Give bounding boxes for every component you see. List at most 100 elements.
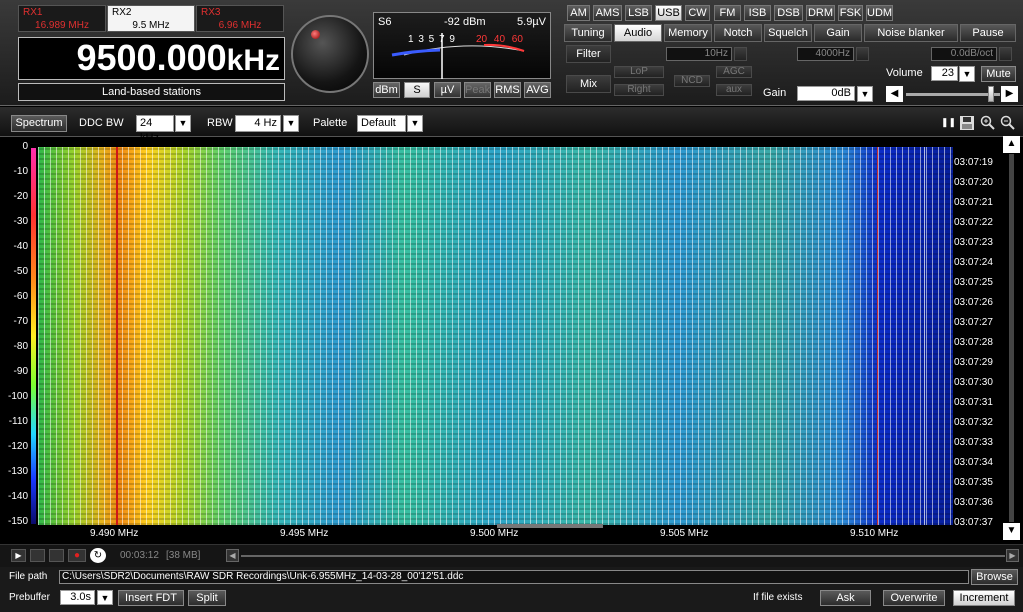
aux-button[interactable]: aux	[716, 84, 752, 96]
mode-fm-button[interactable]: FM	[714, 5, 741, 21]
prebuffer-field[interactable]: 3.0s	[60, 590, 95, 605]
seek-left-icon[interactable]: ◀	[226, 549, 239, 562]
mode-dsb-button[interactable]: DSB	[774, 5, 803, 21]
ncd-button[interactable]: NCD	[674, 75, 710, 87]
volume-right-arrow-icon[interactable]: ▶	[1001, 86, 1018, 102]
overwrite-button[interactable]: Overwrite	[883, 590, 945, 606]
meter-rms-button[interactable]: RMS	[494, 82, 521, 98]
y-tick-label: -40	[13, 241, 28, 252]
seek-bar[interactable]	[241, 555, 1005, 557]
rbw-dropdown-icon[interactable]: ▼	[283, 115, 299, 132]
s-meter: S6 -92 dBm 5.9µV 1 3 5 7 9 20 40 60	[373, 12, 551, 79]
mode-isb-button[interactable]: ISB	[744, 5, 771, 21]
time-tick-label: 03:07:23	[954, 237, 993, 248]
meter-s-button[interactable]: S	[404, 82, 430, 98]
filepath-label: File path	[9, 571, 48, 582]
stop-icon[interactable]	[30, 549, 45, 562]
loop-icon[interactable]: ↻	[90, 548, 106, 563]
mix-button[interactable]: Mix	[566, 75, 611, 93]
play-icon[interactable]: ▶	[11, 549, 26, 562]
scroll-up-icon[interactable]: ▲	[1003, 136, 1020, 153]
filter-high-dropdown[interactable]	[856, 47, 869, 61]
insert-fdt-button[interactable]: Insert FDT	[118, 590, 184, 606]
volume-field[interactable]: 23	[931, 66, 958, 81]
browse-button[interactable]: Browse	[971, 569, 1018, 585]
volume-left-arrow-icon[interactable]: ◀	[886, 86, 903, 102]
filter-button[interactable]: Filter	[566, 45, 611, 63]
split-button[interactable]: Split	[188, 590, 226, 606]
scroll-down-icon[interactable]: ▼	[1003, 523, 1020, 540]
palette-select[interactable]: Default	[357, 115, 406, 132]
rx2-tab[interactable]: RX2 9.5 MHz	[107, 5, 195, 32]
tab-memory[interactable]: Memory	[664, 24, 712, 42]
tab-gain[interactable]: Gain	[814, 24, 862, 42]
time-tick-label: 03:07:31	[954, 397, 993, 408]
mode-udm-button[interactable]: UDM	[866, 5, 893, 21]
filter-low-field[interactable]: 10Hz	[666, 47, 732, 61]
agc-button[interactable]: AGC	[716, 66, 752, 78]
highpass-button[interactable]: Right	[614, 84, 664, 96]
lowpass-button[interactable]: LoP	[614, 66, 664, 78]
spectrum-button[interactable]: Spectrum	[11, 115, 67, 132]
filter-high-field[interactable]: 4000Hz	[797, 47, 854, 61]
tuning-knob[interactable]	[291, 15, 369, 93]
ddc-bw-label: DDC BW	[79, 117, 124, 129]
horizontal-scroll-thumb[interactable]	[497, 524, 603, 528]
palette-strip	[31, 148, 36, 524]
y-tick-label: -80	[13, 341, 28, 352]
increment-button[interactable]: Increment	[953, 590, 1015, 606]
zoom-out-icon[interactable]	[1000, 115, 1016, 131]
filter-slope-dropdown[interactable]	[999, 47, 1012, 61]
mode-cw-button[interactable]: CW	[685, 5, 710, 21]
pause-playback-icon[interactable]	[49, 549, 64, 562]
volume-slider-thumb[interactable]	[987, 86, 994, 102]
mode-fsk-button[interactable]: FSK	[838, 5, 863, 21]
volume-dropdown-icon[interactable]: ▼	[959, 66, 975, 82]
filter-slope-field[interactable]: 0.0dB/oct	[931, 47, 997, 61]
palette-dropdown-icon[interactable]: ▼	[407, 115, 423, 132]
zoom-in-icon[interactable]	[980, 115, 996, 131]
tab-tuning[interactable]: Tuning	[564, 24, 612, 42]
mode-drm-button[interactable]: DRM	[806, 5, 835, 21]
mode-ams-button[interactable]: AMS	[593, 5, 622, 21]
volume-slider-track[interactable]	[906, 93, 1000, 96]
frequency-display[interactable]: 9500.000kHz	[18, 37, 285, 80]
time-tick-label: 03:07:29	[954, 357, 993, 368]
mute-button[interactable]: Mute	[981, 66, 1016, 82]
seek-right-icon[interactable]: ▶	[1006, 549, 1019, 562]
mode-lsb-button[interactable]: LSB	[625, 5, 652, 21]
record-icon[interactable]: ●	[68, 549, 86, 562]
prebuffer-dropdown-icon[interactable]: ▼	[97, 590, 113, 605]
x-tick-label: 9.505 MHz	[660, 528, 709, 539]
tab-pause[interactable]: Pause	[960, 24, 1016, 42]
time-tick-label: 03:07:21	[954, 197, 993, 208]
filter-low-dropdown[interactable]	[734, 47, 747, 61]
gain-dropdown-icon[interactable]: ▼	[857, 86, 873, 102]
rx1-tab[interactable]: RX1 16.989 MHz	[18, 5, 106, 32]
filepath-field[interactable]: C:\Users\SDR2\Documents\RAW SDR Recordin…	[59, 570, 969, 584]
ask-button[interactable]: Ask	[820, 590, 871, 606]
mode-usb-button[interactable]: USB	[655, 5, 682, 21]
waterfall-display[interactable]	[38, 147, 953, 525]
tab-audio[interactable]: Audio	[614, 24, 662, 42]
ddc-bw-select[interactable]: 24 kHz	[136, 115, 174, 144]
rbw-select[interactable]: 4 Hz	[235, 115, 281, 132]
mode-am-button[interactable]: AM	[567, 5, 590, 21]
gain-field[interactable]: 0dB	[797, 86, 855, 101]
tab-squelch[interactable]: Squelch	[764, 24, 812, 42]
ddc-bw-dropdown-icon[interactable]: ▼	[175, 115, 191, 132]
time-tick-label: 03:07:36	[954, 497, 993, 508]
meter-peak-button[interactable]: Peak	[464, 82, 491, 98]
meter-avg-button[interactable]: AVG	[524, 82, 551, 98]
pause-icon[interactable]: ❚❚	[941, 117, 956, 129]
meter-uv-button[interactable]: µV	[434, 82, 461, 98]
tab-noise-blanker[interactable]: Noise blanker	[864, 24, 958, 42]
vertical-scrollbar[interactable]	[1009, 154, 1014, 522]
meter-dbm-button[interactable]: dBm	[373, 82, 400, 98]
y-tick-label: -30	[13, 216, 28, 227]
save-icon[interactable]	[959, 115, 975, 131]
x-tick-label: 9.495 MHz	[280, 528, 329, 539]
tab-notch[interactable]: Notch	[714, 24, 762, 42]
rx3-tab[interactable]: RX3 6.96 MHz	[196, 5, 284, 32]
signal-marker-line	[877, 147, 878, 525]
